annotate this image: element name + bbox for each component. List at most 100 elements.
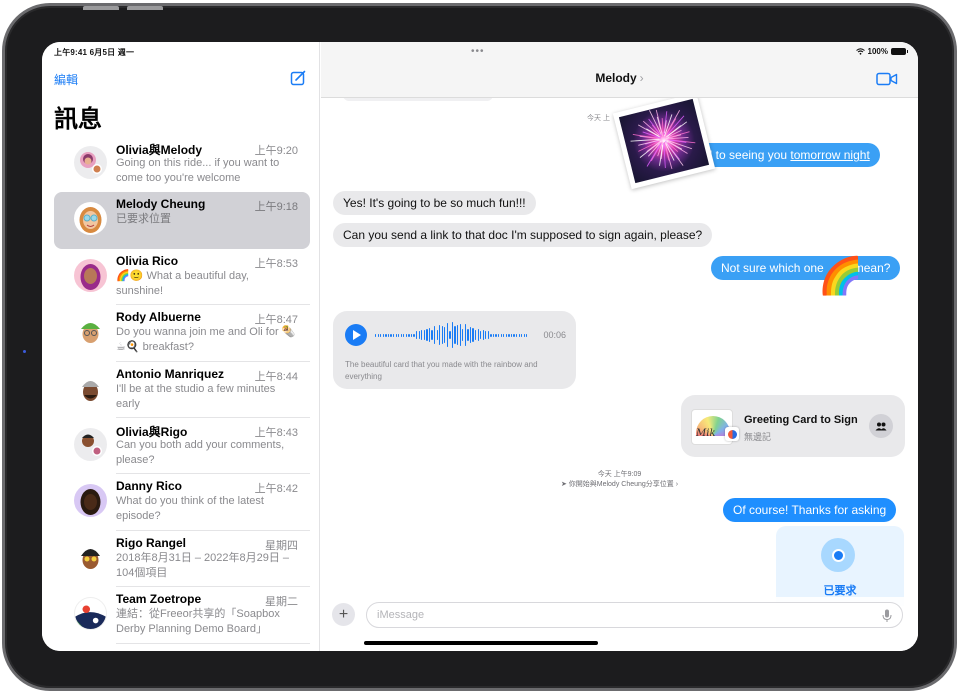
group-avatar <box>74 146 107 179</box>
waveform-bar <box>444 326 446 344</box>
waveform-bar <box>451 322 454 348</box>
chat-header: ••• 100% Melody › <box>321 42 918 98</box>
home-indicator[interactable] <box>364 641 598 645</box>
contact-name-button[interactable]: Melody › <box>321 71 918 85</box>
waveform-bar <box>498 333 500 337</box>
message-bubble-outgoing[interactable]: ard to seeing you tomorrow night <box>685 143 880 167</box>
date-link[interactable]: tomorrow night <box>790 148 869 162</box>
microphone-icon[interactable] <box>882 609 892 623</box>
waveform-bar <box>441 325 443 345</box>
memoji-avatar <box>74 484 107 518</box>
audio-duration: 00:06 <box>543 330 566 340</box>
waveform-bar <box>459 323 461 347</box>
waveform-bar <box>375 333 377 337</box>
conversation-name: Olivia Rico <box>116 253 179 268</box>
apps-plus-button[interactable]: + <box>332 603 355 626</box>
video-camera-icon[interactable] <box>876 72 898 86</box>
timestamp: 今天 上 <box>587 115 610 122</box>
location-sharing-link[interactable]: ➤ 你開始與Melody Cheung分享位置 › <box>321 480 918 490</box>
waveform-bar <box>492 333 495 337</box>
waveform-bar <box>423 330 425 340</box>
fireworks-image <box>618 98 710 184</box>
conversation-preview: I'll be at the studio a few minutes earl… <box>116 382 276 410</box>
waveform-bar <box>490 333 492 337</box>
waveform-bar <box>436 329 438 341</box>
waveform-bar <box>400 333 402 337</box>
conversation-item[interactable]: Team Zoetrope 星期二 連結：從Freeor共享的「Soapbox … <box>54 587 310 644</box>
waveform-bar <box>513 333 515 337</box>
conversation-preview: 🌈🙂 What a beautiful day, sunshine! <box>116 269 249 297</box>
camera-dot <box>23 350 26 353</box>
message-bubble-outgoing[interactable]: Not sure which one mean? <box>711 256 901 280</box>
waveform-bar <box>462 329 464 341</box>
card-subtitle: 無邊記 <box>744 432 772 442</box>
message-bubble-incoming[interactable]: Can you send a link to that doc I'm supp… <box>333 223 713 247</box>
status-time-date: 上午9:41 6月5日 週一 <box>54 48 135 57</box>
conversation-item[interactable]: Olivia與Rigo 上午8:43 Can you both add your… <box>54 418 310 475</box>
conversation-list: Olivia與Melody 上午9:20 Going on this ride.… <box>54 136 310 644</box>
conversation-preview: Going on this ride... if you want to com… <box>116 157 280 184</box>
shared-board-card[interactable]: Mik Greeting Card to Sign 無邊記 <box>681 395 905 457</box>
conversation-name: Rody Albuerne <box>116 310 201 325</box>
memoji-avatar <box>74 258 107 292</box>
imessage-input[interactable] <box>366 602 903 628</box>
waveform-bar <box>387 333 390 337</box>
message-bubble-outgoing[interactable]: Of course! Thanks for asking <box>723 498 897 522</box>
rainbow-sticker[interactable]: 🌈 <box>818 255 863 297</box>
memoji-avatar <box>74 202 107 236</box>
edit-button[interactable]: 編輯 <box>54 71 78 88</box>
waveform-bar <box>446 322 449 348</box>
conversation-item[interactable]: Olivia與Melody 上午9:20 Going on this ride.… <box>54 136 310 192</box>
waveform-bar <box>521 333 523 337</box>
battery-icon <box>891 48 908 55</box>
waveform-bar <box>403 333 405 337</box>
conversation-name: Danny Rico <box>116 479 183 494</box>
waveform-bar <box>433 326 436 344</box>
waveform-bar <box>515 333 518 337</box>
waveform-bar <box>385 333 387 337</box>
waveform-bar <box>449 331 451 339</box>
audio-waveform[interactable] <box>375 322 528 348</box>
play-button[interactable] <box>345 324 367 346</box>
conversation-item[interactable]: Rody Albuerne 上午8:47 Do you wanna join m… <box>54 305 310 362</box>
conversation-item[interactable]: Danny Rico 上午8:42 What do you think of t… <box>54 474 310 531</box>
conversation-item[interactable]: Rigo Rangel 星期四 2018年8月31日 – 2022年8月29日 … <box>54 531 310 588</box>
fireworks-photo-sticker[interactable] <box>612 92 716 190</box>
waveform-bar <box>474 329 477 341</box>
waveform-bar <box>418 330 420 340</box>
waveform-bar <box>487 330 490 340</box>
conversation-item-selected[interactable]: Melody Cheung 上午9:18 已要求位置 <box>54 192 310 249</box>
waveform-bar <box>508 333 510 337</box>
compose-icon[interactable] <box>290 70 306 86</box>
collaborators-icon[interactable] <box>869 414 893 438</box>
audio-transcript: The beautiful card that you made with th… <box>345 360 538 381</box>
location-request-status: 已要求 <box>823 585 857 597</box>
freeform-app-icon <box>725 427 739 441</box>
waveform-bar <box>518 333 520 337</box>
location-arrow-icon: ➤ <box>560 481 569 488</box>
battery-percent: 100% <box>867 47 888 56</box>
waveform-bar <box>472 327 474 343</box>
divider <box>116 642 310 644</box>
conversation-preview: What do you think of the latest episode? <box>116 495 264 523</box>
volume-button <box>127 6 163 10</box>
waveform-bar <box>405 333 408 337</box>
fireworks-rays <box>630 109 696 170</box>
waveform-bar <box>392 333 395 337</box>
location-pin-icon <box>821 538 855 572</box>
conversation-item[interactable]: Olivia Rico 上午8:53 🌈🙂 What a beautiful d… <box>54 249 310 306</box>
screen: 上午9:41 6月5日 週一 編輯 訊息 Olivia與Melody 上午9:2… <box>42 42 918 651</box>
multitasking-dots[interactable]: ••• <box>471 46 485 57</box>
conversation-name: Antonio Manriquez <box>116 366 224 381</box>
waveform-bar <box>431 329 433 341</box>
waveform-bar <box>421 330 423 340</box>
waveform-bar <box>426 329 428 341</box>
conversation-sidebar: 上午9:41 6月5日 週一 編輯 訊息 Olivia與Melody 上午9:2… <box>42 42 320 651</box>
message-bubble-incoming[interactable]: Yes! It's going to be so much fun!!! <box>333 191 536 215</box>
audio-message-bubble: 00:06 The beautiful card that you made w… <box>333 311 576 389</box>
waveform-bar <box>500 333 502 337</box>
location-sharing-text: 你開始與Melody Cheung分享位置 › <box>568 481 679 488</box>
conversation-item[interactable]: Antonio Manriquez 上午8:44 I'll be at the … <box>54 362 310 418</box>
waveform-bar <box>410 333 413 337</box>
location-request-card[interactable]: 已要求 <box>776 526 904 606</box>
